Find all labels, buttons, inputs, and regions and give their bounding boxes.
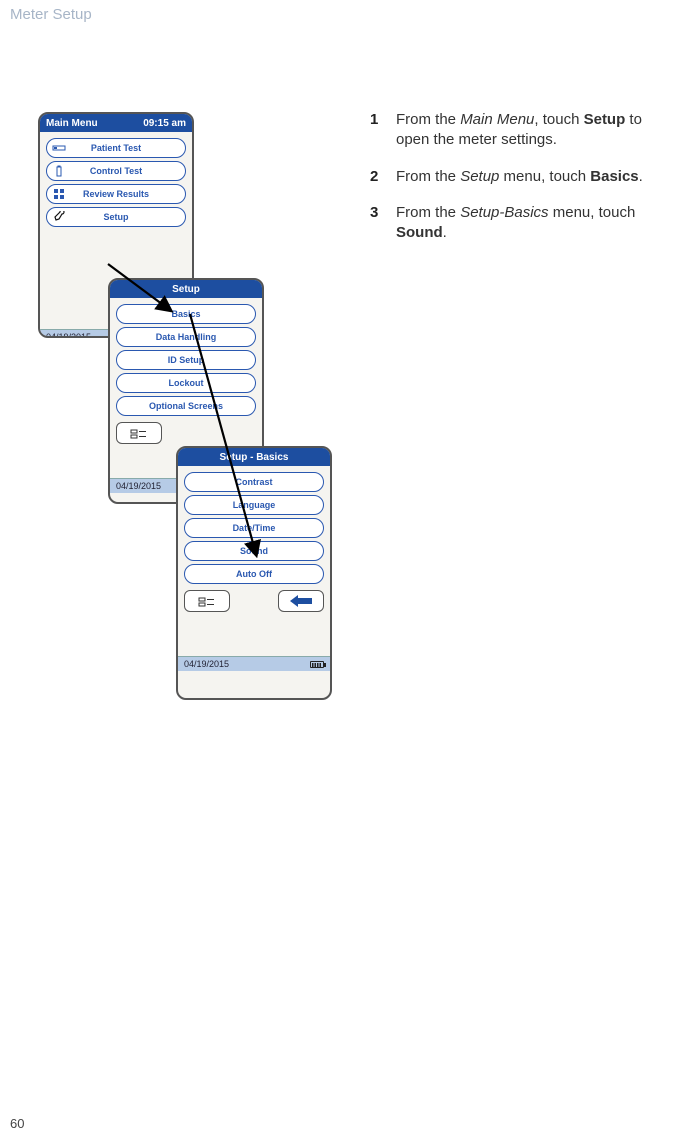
date-text: 04/19/2015 [46,332,91,338]
id-setup-button[interactable]: ID Setup [116,350,256,370]
home-button[interactable] [184,590,230,612]
optional-screens-button[interactable]: Optional Screens [116,396,256,416]
wrench-icon [51,211,67,223]
language-button[interactable]: Language [184,495,324,515]
menu-label: Auto Off [236,569,272,579]
basics-button[interactable]: Basics [116,304,256,324]
sound-button[interactable]: Sound [184,541,324,561]
menu-label: Setup [103,212,128,222]
footer-row [110,418,262,448]
home-icon [197,594,217,608]
step-text: From the Setup-Basics menu, touch Sound. [396,203,670,244]
footer-row [178,586,330,616]
menu-label: Language [233,500,276,510]
menu-label: Patient Test [91,143,141,153]
step-number: 3 [370,203,396,244]
titlebar: Setup - Basics [178,448,330,466]
menu-label: Control Test [90,166,142,176]
page-header: Meter Setup [10,6,92,23]
auto-off-button[interactable]: Auto Off [184,564,324,584]
titlebar: Setup [110,280,262,298]
control-test-button[interactable]: Control Test [46,161,186,181]
review-results-button[interactable]: Review Results [46,184,186,204]
step-text: From the Setup menu, touch Basics. [396,167,670,187]
back-button[interactable] [278,590,324,612]
grid-icon [51,188,67,200]
screen-title: Setup [172,284,200,295]
strip-icon [51,143,67,153]
home-icon [129,426,149,440]
screen-title: Main Menu [46,118,98,129]
instruction-step: 1 From the Main Menu, touch Setup to ope… [370,110,670,151]
back-arrow-icon [288,594,314,608]
date-bar: 04/19/2015 [178,656,330,671]
data-handling-button[interactable]: Data Handling [116,327,256,347]
menu-body: Patient Test Control Test Review Results… [40,132,192,229]
setup-button[interactable]: Setup [46,207,186,227]
menu-label: Optional Screens [149,401,223,411]
menu-body: Basics Data Handling ID Setup Lockout Op… [110,298,262,418]
page-number: 60 [10,1116,24,1131]
date-text: 04/19/2015 [184,659,229,669]
device-basics-menu: Setup - Basics Contrast Language Date/Ti… [176,446,332,700]
patient-test-button[interactable]: Patient Test [46,138,186,158]
menu-label: Data Handling [156,332,217,342]
screen-title: Setup - Basics [220,452,289,463]
menu-label: Sound [240,546,268,556]
bottle-icon [51,165,67,177]
home-button[interactable] [116,422,162,444]
titlebar: Main Menu 09:15 am [40,114,192,132]
instructions-block: 1 From the Main Menu, touch Setup to ope… [370,110,670,259]
menu-label: Date/Time [233,523,276,533]
step-text: From the Main Menu, touch Setup to open … [396,110,670,151]
menu-label: Contrast [235,477,272,487]
lockout-button[interactable]: Lockout [116,373,256,393]
instruction-step: 2 From the Setup menu, touch Basics. [370,167,670,187]
step-number: 2 [370,167,396,187]
instruction-step: 3 From the Setup-Basics menu, touch Soun… [370,203,670,244]
menu-label: Review Results [83,189,149,199]
step-number: 1 [370,110,396,151]
battery-icon [310,661,324,668]
contrast-button[interactable]: Contrast [184,472,324,492]
menu-label: ID Setup [168,355,205,365]
menu-label: Basics [171,309,200,319]
date-time-button[interactable]: Date/Time [184,518,324,538]
menu-label: Lockout [169,378,204,388]
date-text: 04/19/2015 [116,481,161,491]
clock: 09:15 am [143,118,186,129]
menu-body: Contrast Language Date/Time Sound Auto O… [178,466,330,586]
